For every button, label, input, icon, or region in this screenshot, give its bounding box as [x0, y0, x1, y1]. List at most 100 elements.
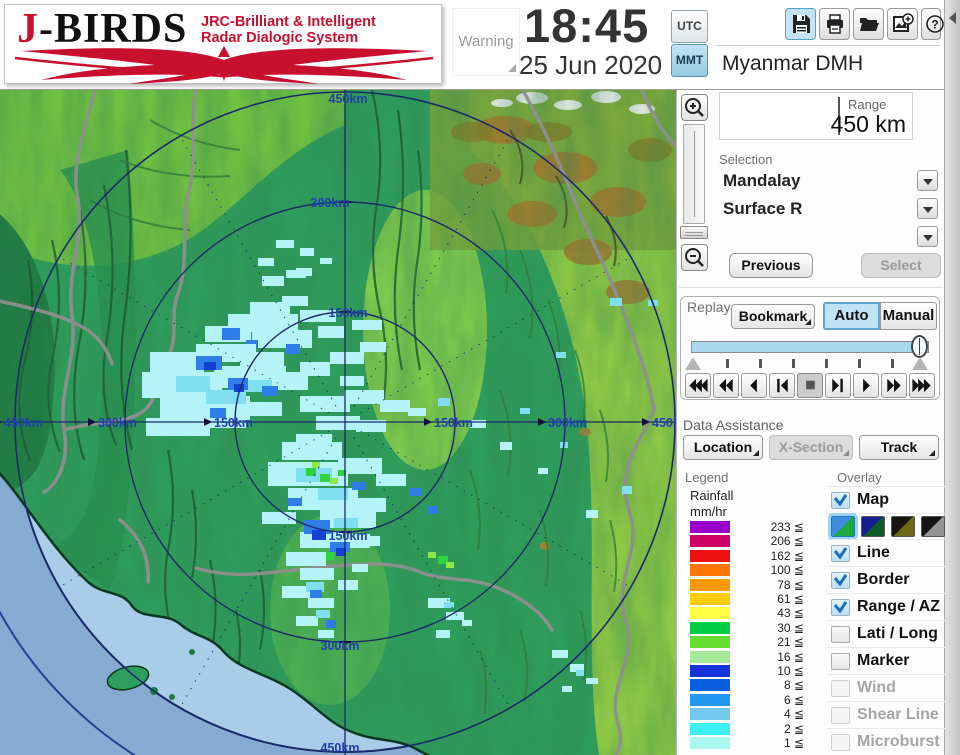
range-label-e150: 150km [434, 416, 473, 430]
legend-swatch [690, 737, 730, 749]
manual-button[interactable]: Manual [880, 302, 937, 330]
clock-date: 25 Jun 2020 [519, 50, 663, 80]
checkbox[interactable] [831, 707, 850, 724]
mmt-button[interactable]: MMT [671, 44, 708, 77]
overlay-item-border[interactable]: Border [827, 566, 945, 593]
map-style-swatch-4[interactable] [921, 516, 945, 537]
overlay-item-label: Marker [857, 652, 910, 669]
map-zoom-control [678, 92, 710, 280]
radar-site-dropdown[interactable]: Mandalay [719, 170, 939, 194]
fast-forward-button[interactable] [881, 373, 907, 398]
zoom-in-button[interactable] [681, 94, 708, 121]
legend-value: 100 ≦ [770, 563, 804, 578]
utc-button[interactable]: UTC [671, 10, 708, 43]
logo-subtitle: JRC-Brilliant & Intelligent Radar Dialog… [201, 14, 376, 46]
add-image-icon [893, 13, 914, 32]
checkbox[interactable] [831, 626, 850, 643]
help-button[interactable]: ? [921, 8, 944, 40]
checkbox[interactable] [831, 734, 850, 751]
legend-swatch [690, 636, 730, 649]
print-button[interactable] [819, 8, 850, 40]
dropdown-arrow-icon[interactable] [917, 226, 938, 247]
fast-forward-icon [887, 378, 901, 393]
legend-value: 1 ≦ [783, 736, 804, 750]
checkbox[interactable] [831, 653, 850, 670]
overlay-item-microburst[interactable]: Microburst [827, 728, 945, 755]
legend-value: 16 ≦ [777, 649, 804, 664]
bookmark-button[interactable]: Bookmark [731, 304, 815, 329]
range-label-s450: 450km [321, 741, 360, 755]
legend-row: 1 ≦ [690, 736, 820, 750]
location-button[interactable]: Location [683, 435, 763, 460]
warning-button[interactable]: Warning [452, 8, 520, 76]
play-forward-button[interactable] [853, 373, 879, 398]
track-button[interactable]: Track [859, 435, 939, 460]
legend-swatch [690, 621, 730, 634]
checkbox[interactable] [831, 599, 850, 616]
legend-value: 2 ≦ [783, 721, 804, 736]
map-style-swatch-2[interactable] [861, 516, 885, 537]
control-panel: Range 450 km Selection Mandalay Surface … [676, 90, 945, 755]
overlay-item-marker[interactable]: Marker [827, 647, 945, 674]
select-button[interactable]: Select [861, 253, 941, 278]
legend-swatch [690, 722, 730, 735]
previous-button[interactable]: Previous [729, 253, 813, 278]
legend-row: 30 ≦ [690, 621, 820, 635]
dropdown-arrow-icon[interactable] [917, 170, 938, 191]
play-backward-button[interactable] [741, 373, 767, 398]
slider-start-marker[interactable] [685, 357, 701, 370]
collapse-arrow-icon [949, 12, 956, 24]
skip-backward-button[interactable] [685, 373, 711, 398]
range-label-w150: 150km [214, 416, 253, 430]
overlay-item-range-az[interactable]: Range / AZ [827, 593, 945, 620]
product-value: Surface R [723, 199, 803, 218]
check-icon [833, 601, 848, 614]
logo: J-BIRDS JRC-Brilliant & Intelligent Rada… [4, 4, 442, 84]
checkbox[interactable] [831, 545, 850, 562]
add-image-button[interactable] [887, 8, 918, 40]
replay-slider-track[interactable] [691, 341, 929, 353]
product-dropdown[interactable]: Surface R [719, 198, 939, 222]
step-backward-button[interactable] [769, 373, 795, 398]
overlay-item-map[interactable]: Map [827, 486, 945, 513]
legend-value: 162 ≦ [770, 548, 804, 563]
xsection-button[interactable]: X-Section [769, 435, 853, 460]
overlay-item-wind[interactable]: Wind [827, 674, 945, 701]
overlay-item-label: Border [857, 571, 910, 588]
legend-row: 162 ≦ [690, 549, 820, 563]
header-divider [716, 45, 940, 46]
zoom-out-button[interactable] [681, 244, 708, 271]
skip-backward-icon [689, 378, 708, 393]
station-name: Myanmar DMH [722, 52, 864, 75]
open-folder-icon [860, 18, 879, 31]
slider-end-marker[interactable] [912, 357, 928, 370]
dropdown-arrow-icon[interactable] [917, 198, 938, 219]
overlay-item-lati-long[interactable]: Lati / Long [827, 620, 945, 647]
panel-collapse-handle[interactable] [944, 0, 960, 755]
sub-product-dropdown[interactable] [719, 226, 939, 250]
checkbox[interactable] [831, 572, 850, 589]
zoom-slider-thumb[interactable] [680, 226, 708, 239]
overlay-item-label: Range / AZ [857, 598, 940, 615]
save-button[interactable] [785, 8, 816, 40]
range-label-n150: 150km [329, 306, 368, 320]
replay-slider-thumb[interactable] [911, 335, 928, 358]
legend-swatch [690, 708, 730, 721]
open-folder-button[interactable] [853, 8, 884, 40]
skip-forward-button[interactable] [909, 373, 935, 398]
fast-backward-button[interactable] [713, 373, 739, 398]
radar-map[interactable]: 450km 300km 150km 150km 300km 450km 450k… [0, 90, 676, 755]
legend-row: 6 ≦ [690, 693, 820, 707]
map-style-swatch-3[interactable] [891, 516, 915, 537]
map-style-swatch-1[interactable] [828, 513, 858, 540]
overlay-item-shear-line[interactable]: Shear Line [827, 701, 945, 728]
overlay-item-line[interactable]: Line [827, 539, 945, 566]
checkbox[interactable] [831, 680, 850, 697]
step-forward-button[interactable] [825, 373, 851, 398]
legend-value: 10 ≦ [777, 664, 804, 678]
stop-button[interactable] [797, 373, 823, 398]
checkbox[interactable] [831, 492, 850, 509]
play-backward-icon [750, 378, 757, 393]
auto-button[interactable]: Auto [823, 302, 880, 330]
zoom-slider-track[interactable] [683, 124, 705, 224]
